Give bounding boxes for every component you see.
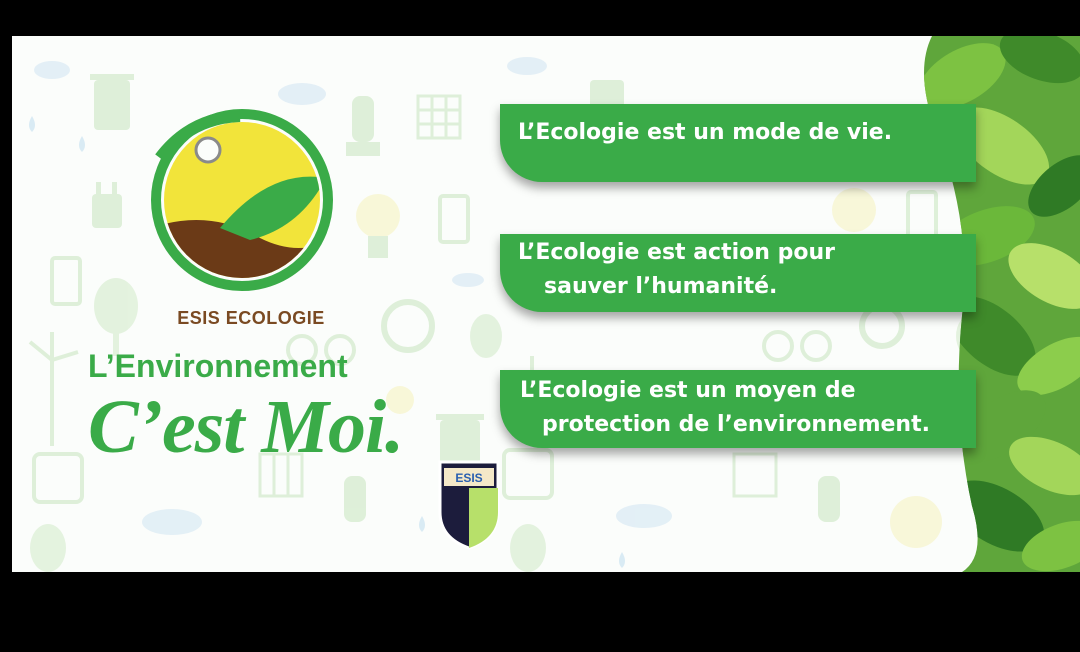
eco-banner: ESIS ECOLOGIE L’Environnement C’est Moi.… — [12, 36, 1080, 572]
tagline-line-1: L’Environnement — [88, 348, 348, 384]
brand-name: ESIS ECOLOGIE — [177, 308, 325, 328]
statement-2-line-2: sauver l’humanité. — [544, 274, 778, 299]
esis-shield-badge: ESIS — [438, 460, 500, 550]
statement-2-line-1: L’Ecologie est action pour — [518, 240, 835, 265]
statement-banner-3: L’Ecologie est un moyen de protection de… — [500, 370, 976, 448]
statement-banner-1: L’Ecologie est un mode de vie. — [500, 104, 976, 182]
tagline-line-2: C’est Moi. — [88, 385, 404, 469]
badge-label: ESIS — [455, 471, 482, 485]
statement-3-line-1: L’Ecologie est un moyen de — [520, 378, 856, 403]
statement-banner-2: L’Ecologie est action pour sauver l’huma… — [500, 234, 976, 312]
statement-1-line-1: L’Ecologie est un mode de vie. — [518, 120, 893, 145]
statement-3-line-2: protection de l’environnement. — [542, 412, 930, 437]
esis-ecologie-logo — [151, 109, 333, 291]
